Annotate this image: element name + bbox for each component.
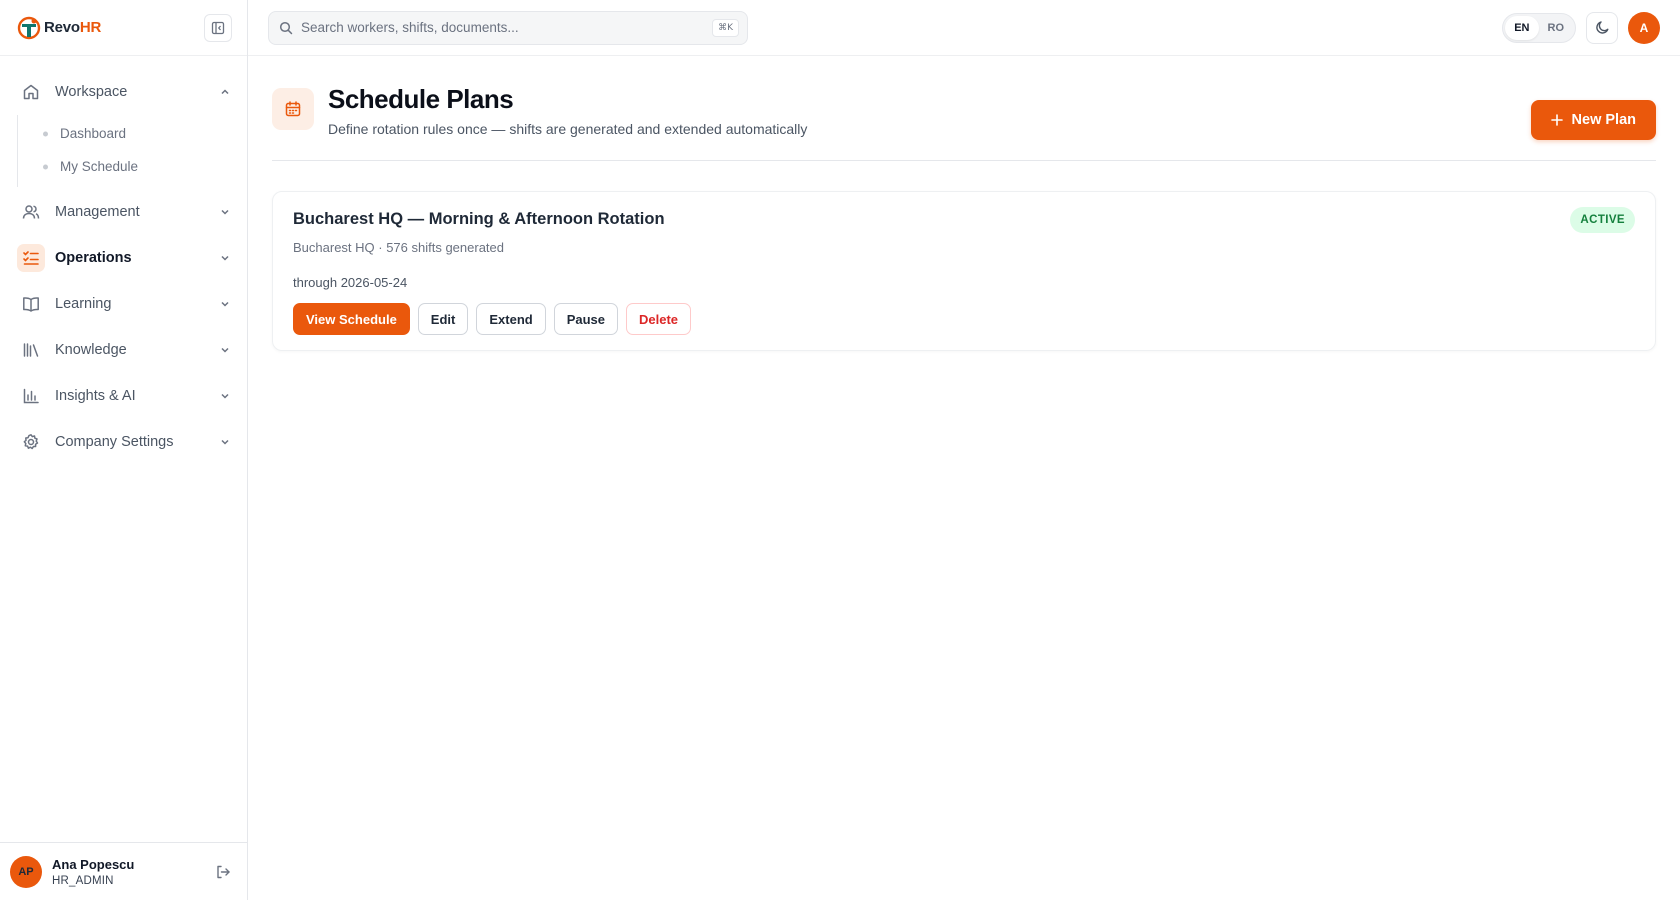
top-bar-actions: EN RO A <box>1502 11 1660 44</box>
avatar[interactable]: AP <box>10 855 42 888</box>
top-bar: ⌘K EN RO A <box>248 0 1680 56</box>
bar-chart-icon <box>17 382 45 410</box>
search-box[interactable]: ⌘K <box>268 10 748 45</box>
sidebar-subitem-dashboard[interactable]: Dashboard <box>18 117 247 150</box>
new-plan-label: New Plan <box>1571 112 1636 128</box>
page-title: Schedule Plans <box>328 84 514 114</box>
status-badge: ACTIVE <box>1570 207 1635 233</box>
sidebar-item-knowledge[interactable]: Knowledge <box>0 327 247 373</box>
chevron-down-icon <box>219 390 231 402</box>
sidebar-item-workspace[interactable]: Workspace <box>0 69 247 115</box>
sidebar-item-company-settings[interactable]: Company Settings <box>0 419 247 465</box>
chevron-down-icon <box>219 436 231 448</box>
search-icon <box>279 21 293 35</box>
logo-icon <box>16 15 42 41</box>
logout-icon[interactable] <box>215 864 231 880</box>
plan-meta: Bucharest HQ · 576 shifts generated <box>293 240 505 255</box>
user-menu-avatar[interactable]: A <box>1628 11 1660 44</box>
chevron-down-icon <box>219 344 231 356</box>
calendar-icon <box>272 88 314 130</box>
search-shortcut: ⌘K <box>712 18 739 37</box>
brand-row: RevoHR <box>0 0 247 56</box>
sidebar-item-label: Management <box>55 204 140 220</box>
chevron-up-icon <box>219 86 231 98</box>
plus-icon <box>1550 113 1564 127</box>
user-profile: AP Ana Popescu HR_ADMIN <box>0 842 247 900</box>
plan-through-date: through 2026-05-24 <box>293 275 408 290</box>
sidebar-collapse-button[interactable] <box>204 13 232 42</box>
gear-icon <box>17 428 45 456</box>
user-role: HR_ADMIN <box>52 874 114 887</box>
brand-logo[interactable]: RevoHR <box>16 15 101 41</box>
sidebar-subitem-my-schedule[interactable]: My Schedule <box>18 150 247 183</box>
brand-name-hr: HR <box>79 19 102 36</box>
workspace-subnav: Dashboard My Schedule <box>17 115 247 187</box>
sidebar-item-insights-ai[interactable]: Insights & AI <box>0 373 247 419</box>
plan-card: Bucharest HQ — Morning & Afternoon Rotat… <box>272 191 1656 351</box>
book-icon <box>17 290 45 318</box>
brand-name-revo: Revo <box>44 19 80 36</box>
plan-actions: View Schedule Edit Extend Pause Delete <box>293 303 1635 335</box>
sidebar-item-management[interactable]: Management <box>0 189 247 235</box>
sidebar-nav: Workspace Dashboard My Schedule Manageme… <box>0 56 247 465</box>
theme-toggle-button[interactable] <box>1586 11 1618 44</box>
sidebar-item-label: Learning <box>55 296 112 312</box>
sidebar-item-label: Workspace <box>55 84 128 100</box>
search-input[interactable] <box>301 20 713 35</box>
page-subtitle: Define rotation rules once — shifts are … <box>328 121 808 137</box>
page-heading-text: Schedule Plans Define rotation rules onc… <box>328 84 807 137</box>
plan-name: Bucharest HQ — Morning & Afternoon Rotat… <box>293 210 665 228</box>
view-schedule-button[interactable]: View Schedule <box>293 303 410 335</box>
lang-ro-button[interactable]: RO <box>1539 16 1574 40</box>
language-switcher: EN RO <box>1502 12 1576 43</box>
sidebar-item-label: Knowledge <box>55 342 127 358</box>
panel-left-icon <box>211 21 225 35</box>
user-info: Ana Popescu HR_ADMIN <box>52 857 215 887</box>
delete-button[interactable]: Delete <box>626 303 692 335</box>
chevron-down-icon <box>219 298 231 310</box>
edit-button[interactable]: Edit <box>417 303 469 335</box>
lang-en-button[interactable]: EN <box>1505 15 1539 40</box>
home-icon <box>17 78 45 106</box>
sidebar-item-learning[interactable]: Learning <box>0 281 247 327</box>
library-icon <box>17 336 45 364</box>
sidebar-item-label: Operations <box>55 250 132 266</box>
chevron-down-icon <box>219 252 231 264</box>
users-icon <box>17 198 45 226</box>
moon-icon <box>1595 20 1610 35</box>
main-content: Schedule Plans Define rotation rules onc… <box>272 56 1656 351</box>
sidebar: RevoHR Workspace Dashboard My Schedule M… <box>0 0 248 900</box>
chevron-down-icon <box>219 206 231 218</box>
page-header: Schedule Plans Define rotation rules onc… <box>272 56 1656 161</box>
user-name: Ana Popescu <box>52 856 135 872</box>
checklist-icon <box>17 244 45 272</box>
sidebar-item-label: Insights & AI <box>55 388 136 404</box>
sidebar-item-label: Company Settings <box>55 434 174 450</box>
pause-button[interactable]: Pause <box>553 303 619 335</box>
new-plan-button[interactable]: New Plan <box>1530 100 1656 140</box>
sidebar-item-operations[interactable]: Operations <box>0 235 247 281</box>
sidebar-subitem-label: Dashboard <box>60 126 127 141</box>
sidebar-subitem-label: My Schedule <box>60 159 139 174</box>
extend-button[interactable]: Extend <box>476 303 546 335</box>
